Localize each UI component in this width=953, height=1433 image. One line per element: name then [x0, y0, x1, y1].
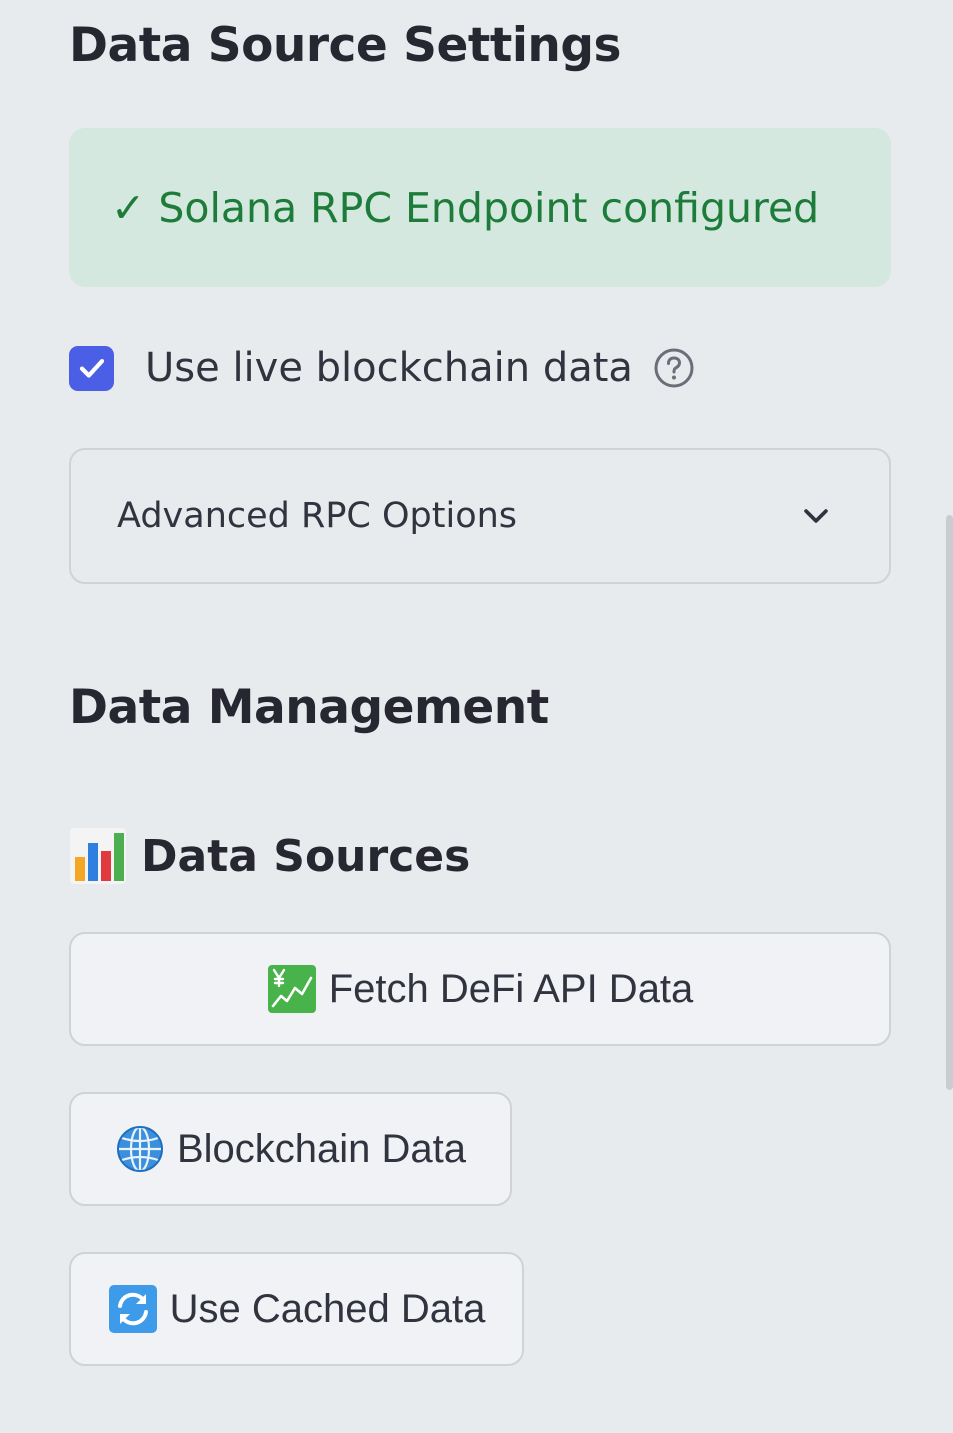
blockchain-data-button[interactable]: Blockchain Data: [69, 1092, 512, 1206]
data-source-settings-title: Data Source Settings: [69, 18, 622, 73]
use-cached-data-label: Use Cached Data: [169, 1286, 486, 1331]
live-data-checkbox-row[interactable]: Use live blockchain data: [69, 343, 695, 393]
scrollbar[interactable]: [946, 515, 953, 1090]
bar-chart-icon: [70, 828, 126, 884]
chart-yen-icon: [267, 965, 316, 1013]
advanced-rpc-options-expander[interactable]: Advanced RPC Options: [69, 448, 891, 584]
fetch-defi-api-data-button[interactable]: Fetch DeFi API Data: [69, 932, 891, 1046]
data-management-title: Data Management: [69, 680, 549, 735]
advanced-rpc-options-label: Advanced RPC Options: [117, 496, 518, 536]
live-data-checkbox-label: Use live blockchain data: [145, 345, 633, 391]
rpc-status-banner: ✓ Solana RPC Endpoint configured: [69, 128, 891, 287]
fetch-defi-api-data-label: Fetch DeFi API Data: [328, 966, 694, 1011]
checkmark-icon: [79, 359, 104, 378]
live-data-checkbox[interactable]: [69, 345, 114, 391]
rpc-status-message: ✓ Solana RPC Endpoint configured: [111, 183, 820, 232]
globe-icon: [116, 1125, 163, 1173]
chevron-down-icon: [804, 509, 828, 523]
refresh-icon: [108, 1285, 157, 1333]
help-circle-icon[interactable]: [653, 347, 695, 389]
data-sources-label: Data Sources: [141, 830, 471, 882]
blockchain-data-label: Blockchain Data: [176, 1126, 467, 1171]
data-sources-subheader: Data Sources: [69, 826, 470, 886]
use-cached-data-button[interactable]: Use Cached Data: [69, 1252, 524, 1366]
